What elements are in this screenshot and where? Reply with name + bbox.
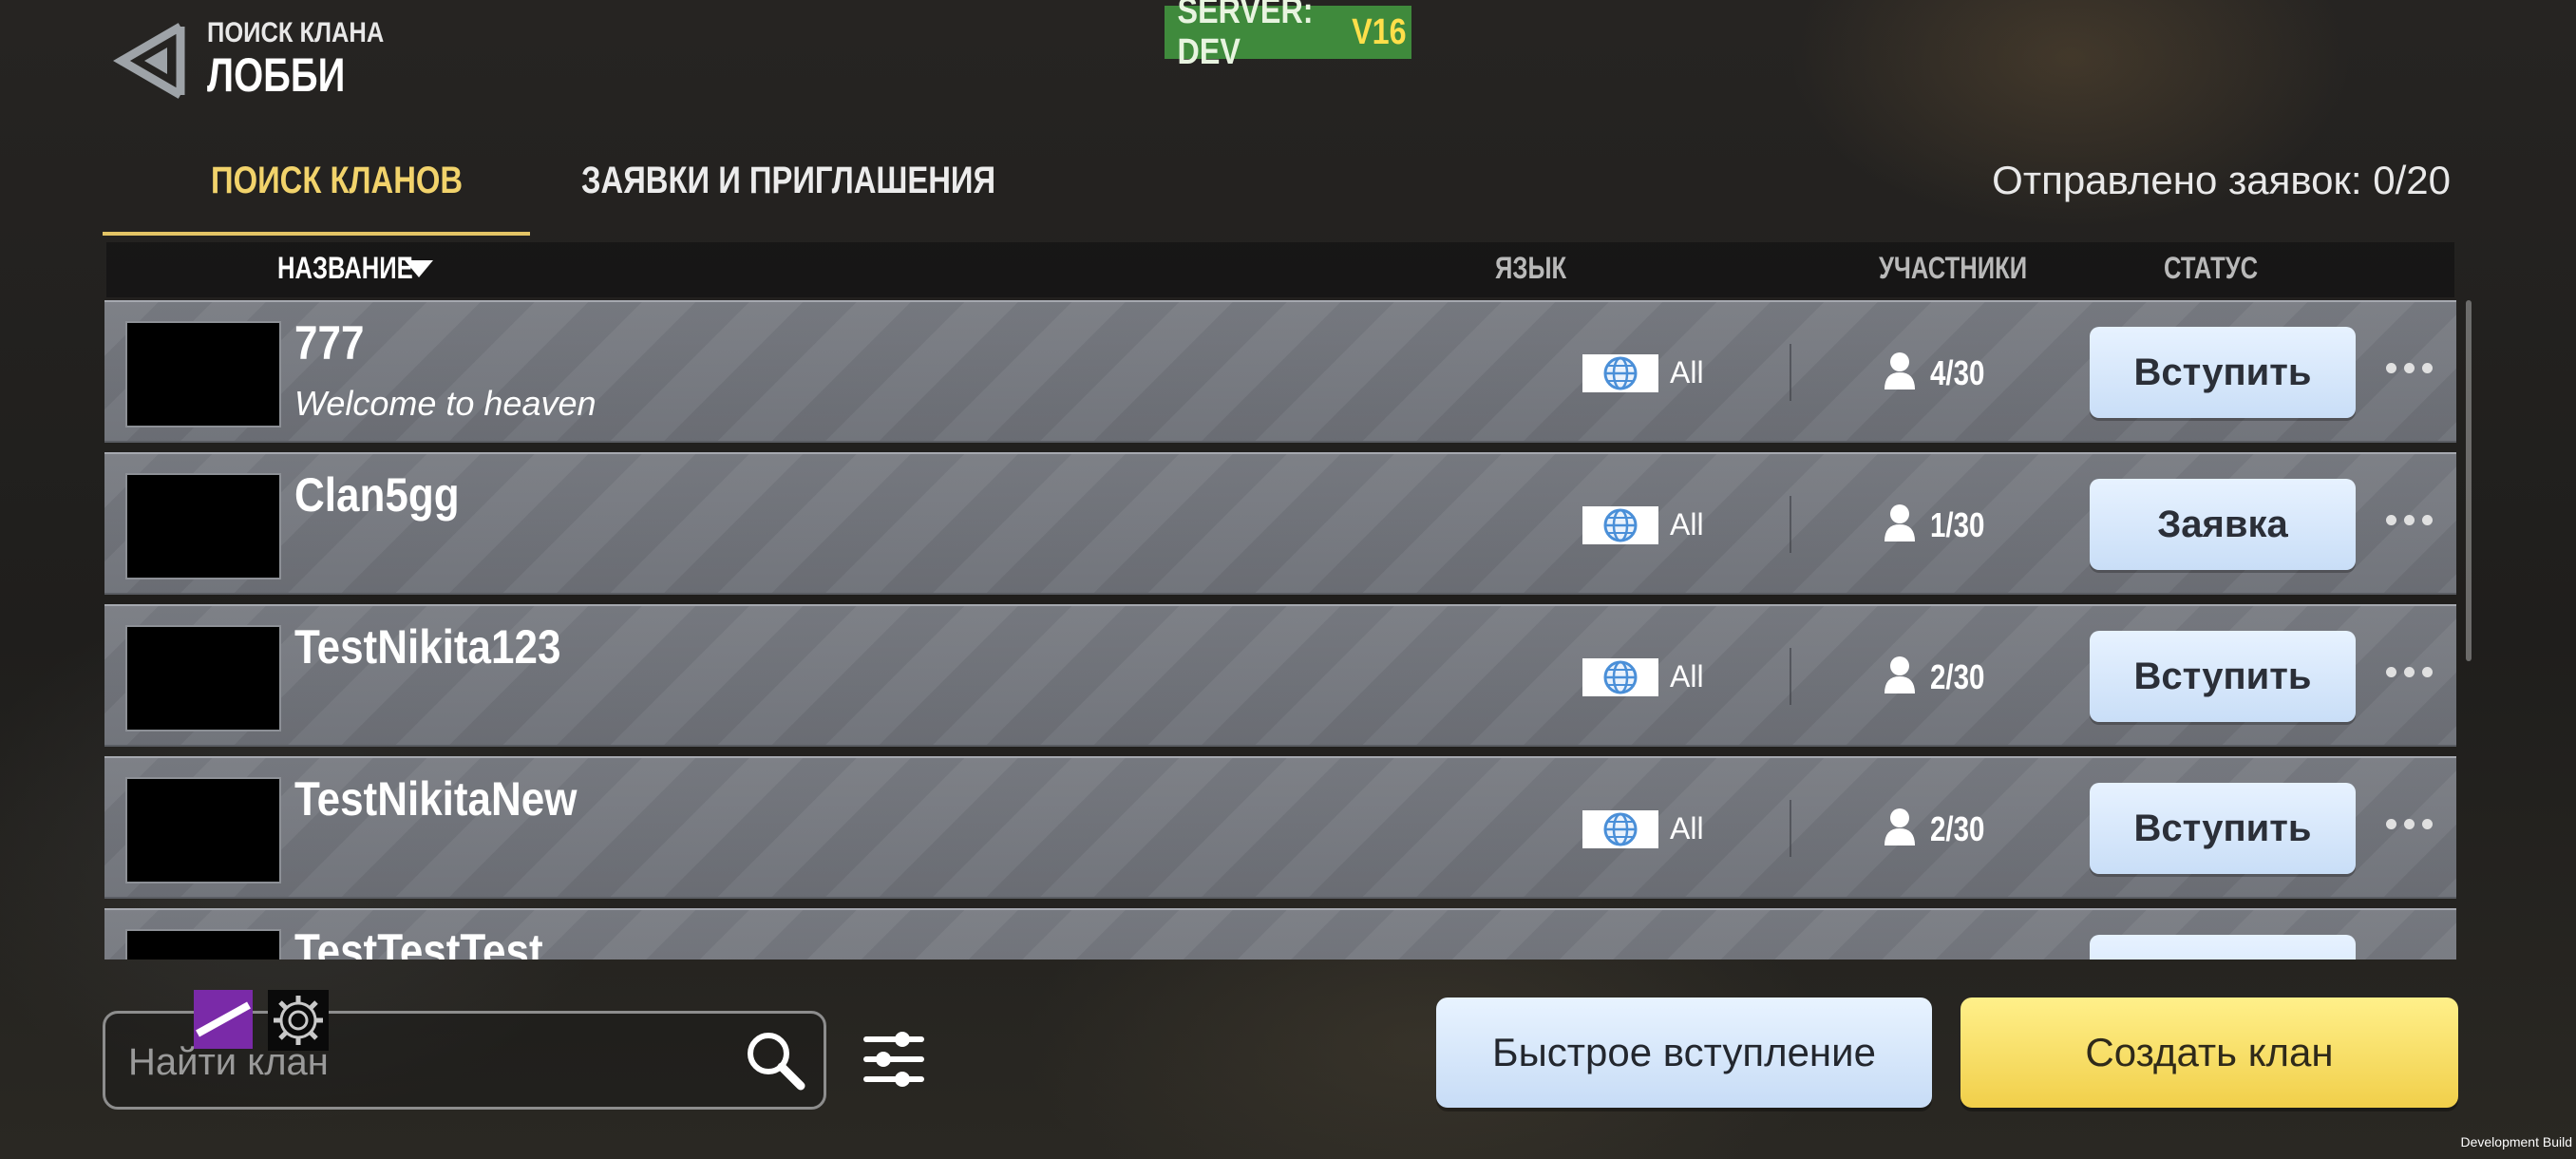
server-badge: SERVER: DEV V16: [1165, 0, 1411, 72]
clan-language: All: [1670, 811, 1704, 846]
clan-members: 1/30: [1930, 505, 1985, 544]
clan-row[interactable]: TestNikita123 All 2/30 Вступить: [104, 604, 2456, 747]
debug-overlay-icon[interactable]: [194, 990, 253, 1049]
clan-emblem: [125, 321, 281, 428]
person-icon: [1885, 808, 1915, 846]
screen-title: ЛОББИ: [207, 48, 346, 102]
search-icon[interactable]: [744, 1029, 806, 1092]
more-icon[interactable]: [2380, 657, 2437, 686]
divider: [1790, 496, 1791, 553]
more-icon[interactable]: [2380, 353, 2437, 382]
clan-language: All: [1670, 659, 1704, 694]
divider: [1790, 648, 1791, 705]
clan-members: 2/30: [1930, 809, 1985, 848]
quick-join-button[interactable]: Быстрое вступление: [1436, 998, 1932, 1108]
active-tab-indicator: [103, 232, 530, 236]
dev-build-label: Development Build: [2460, 1134, 2572, 1150]
join-button[interactable]: Вступить: [2090, 631, 2356, 722]
clan-language: All: [1670, 507, 1704, 542]
person-icon: [1885, 504, 1915, 542]
clan-name: TestNikita123: [294, 620, 561, 674]
globe-icon: [1582, 506, 1658, 544]
clan-emblem: [125, 929, 281, 960]
clan-emblem: [125, 473, 281, 580]
clan-motto: Welcome to heaven: [294, 384, 597, 423]
globe-icon: [1582, 810, 1658, 848]
join-button[interactable]: Вступить: [2090, 327, 2356, 418]
back-arrow-icon[interactable]: [112, 21, 190, 101]
globe-icon: [1582, 354, 1658, 392]
clan-language: All: [1670, 355, 1704, 390]
filter-icon[interactable]: [861, 1026, 927, 1092]
clan-members: 4/30: [1930, 353, 1985, 392]
clan-name: TestTestTest: [294, 924, 543, 960]
clan-name: TestNikitaNew: [294, 772, 578, 826]
table-header: [106, 242, 2454, 297]
join-button[interactable]: [2090, 935, 2356, 960]
column-header-status: СТАТУС: [2164, 251, 2259, 285]
clan-members: 2/30: [1930, 657, 1985, 696]
divider: [1790, 800, 1791, 857]
person-icon: [1885, 656, 1915, 694]
column-header-name[interactable]: НАЗВАНИЕ: [277, 251, 413, 286]
more-icon[interactable]: [2380, 505, 2437, 534]
create-clan-button[interactable]: Создать клан: [1960, 998, 2458, 1108]
clan-row[interactable]: Clan5gg All 1/30 Заявка: [104, 452, 2456, 595]
clan-emblem: [125, 625, 281, 732]
clan-list[interactable]: 777 Welcome to heaven All 4/30 Вступить …: [103, 300, 2460, 960]
sort-desc-icon[interactable]: [405, 260, 433, 277]
server-version: V16: [1352, 11, 1407, 52]
column-header-language: ЯЗЫК: [1495, 251, 1567, 285]
clan-name: Clan5gg: [294, 468, 460, 522]
list-scrollbar[interactable]: [2466, 300, 2472, 661]
divider: [1790, 344, 1791, 401]
tab-requests-invitations[interactable]: ЗАЯВКИ И ПРИГЛАШЕНИЯ: [581, 160, 995, 202]
clan-row[interactable]: 777 Welcome to heaven All 4/30 Вступить: [104, 300, 2456, 443]
person-icon: [1885, 352, 1915, 390]
apply-button[interactable]: Заявка: [2090, 479, 2356, 570]
column-header-members: УЧАСТНИКИ: [1879, 251, 2028, 285]
globe-icon: [1582, 658, 1658, 696]
join-button[interactable]: Вступить: [2090, 783, 2356, 874]
tab-clan-search[interactable]: ПОИСК КЛАНОВ: [211, 160, 463, 202]
screen-subtitle: ПОИСК КЛАНА: [207, 17, 385, 48]
clan-emblem: [125, 777, 281, 884]
clan-name: 777: [294, 316, 365, 370]
clan-row[interactable]: TestTestTest: [104, 908, 2456, 960]
clan-row[interactable]: TestNikitaNew All 2/30 Вступить: [104, 756, 2456, 899]
gear-icon[interactable]: [268, 990, 329, 1051]
more-icon[interactable]: [2380, 809, 2437, 838]
sent-requests-counter: Отправлено заявок: 0/20: [1992, 158, 2451, 202]
server-label: SERVER: DEV: [1177, 0, 1314, 72]
